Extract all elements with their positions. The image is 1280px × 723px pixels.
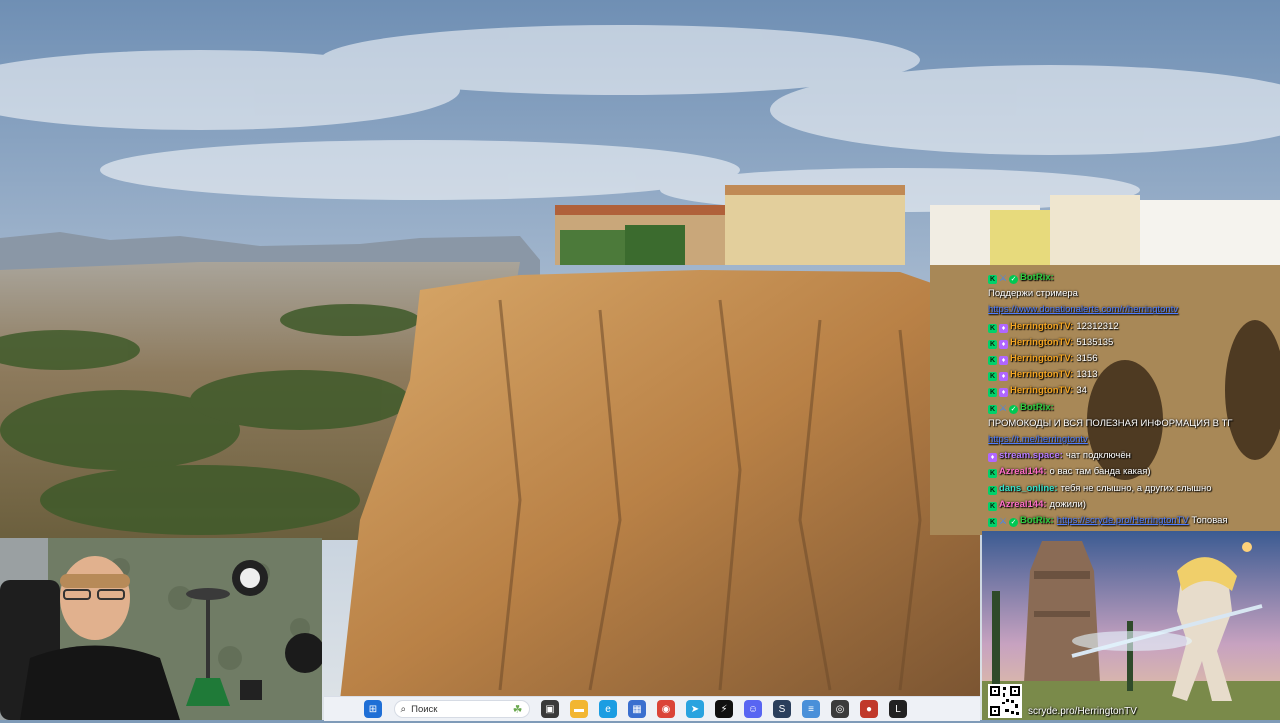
winamp-icon[interactable]: ⚡ [715,700,733,718]
stream-chat: K ⚔ ✓ BotRix: Поддержи стримера https://www.d… [988,270,1280,530]
taskbar-search-placeholder: Поиск [411,703,438,715]
chat-message-text: 5135135 [1076,336,1114,348]
telegram-icon[interactable]: ➤ [686,700,704,718]
sword-badge-icon: ⚔ [999,402,1008,413]
chat-message-text: 3156 [1076,353,1098,365]
chat-message-text: ПРОМОКОДЫ И ВСЯ ПОЛЕЗНАЯ ИНФОРМАЦИЯ В ТГ [988,417,1233,429]
chat-message: реферальная ссылка регайся и получи мощн… [988,529,1280,530]
chat-message: https://www.donationalerts.com/r/herring… [988,302,1280,318]
webcam-feed [0,538,322,720]
chat-message-text: 34 [1076,385,1087,397]
taskbar-pinned-apps: ▣ ▬ e ▦ ◉ ➤ ⚡ ☺ S ≡ ◎ ● L [536,700,913,718]
store-icon[interactable]: ▦ [628,700,646,718]
subscriber-badge-icon: ♦ [999,356,1008,366]
chat-link[interactable]: https://scryde.pro/HerringtonTV [1057,515,1189,526]
chat-message: K ⚔ ✓ BotRix: [988,400,1280,416]
chat-username[interactable]: HerringtonTV: [1010,385,1073,396]
steam-icon[interactable]: S [773,700,791,718]
chat-link[interactable]: https://t.me/herringtontv [988,434,1088,445]
sword-badge-icon: ⚔ [999,273,1008,283]
moderator-badge-icon: K [988,323,997,333]
subscriber-badge-icon: ♦ [999,388,1008,398]
advertisement-banner[interactable] [982,531,1280,720]
chat-username[interactable]: Azreal144: [999,466,1047,477]
game-launcher-icon[interactable]: L [889,700,907,718]
chat-message: K ♦ HerringtonTV: 12312312 [988,319,1280,335]
chat-message: Kdans_online: тебя не слышно, а других сл… [988,481,1280,497]
edge-icon[interactable]: e [599,700,617,718]
chat-message: K ♦ HerringtonTV: 34 [988,383,1280,399]
ad-caption: scryde.pro/HerringtonTV [1028,706,1137,717]
moderator-badge-icon: K [988,356,997,366]
chat-message-text: о вас там банда какая) [1049,466,1151,478]
chat-username[interactable]: HerringtonTV: [1010,321,1073,332]
chat-message: ПРОМОКОДЫ И ВСЯ ПОЛЕЗНАЯ ИНФОРМАЦИЯ В ТГ [988,416,1280,432]
chat-message: K Azreal144: о вас там банда какая) [988,464,1280,480]
discord-icon[interactable]: ☺ [744,700,762,718]
media-player-icon[interactable]: ● [860,700,878,718]
chat-message-text: Топовая [1191,515,1228,527]
chat-message-text: 12312312 [1076,320,1119,332]
chrome-icon[interactable]: ◉ [657,700,675,718]
chat-message-text: дожили) [1049,498,1086,510]
verified-badge-icon: ✓ [1009,404,1018,414]
chat-message: https://t.me/herringtontv [988,432,1280,448]
moderator-badge-icon: K [988,372,997,382]
chat-username[interactable]: Azreal144: [999,499,1047,510]
verified-badge-icon: ✓ [1009,518,1018,528]
chat-message: K ♦ HerringtonTV: 1313 [988,367,1280,383]
moderator-badge-icon: K [988,404,997,414]
subscriber-badge-icon: ♦ [988,453,997,463]
chat-username[interactable]: BotRix: [1020,272,1054,283]
subscriber-badge-icon: ♦ [999,372,1008,382]
chat-message: K ⚔ ✓ BotRix: [988,270,1280,286]
moderator-badge-icon: K [988,501,997,511]
moderator-badge-icon: K [988,469,997,479]
chat-message: K ♦ HerringtonTV: 3156 [988,351,1280,367]
chat-username[interactable]: dans_online: [999,483,1058,494]
verified-badge-icon: ✓ [1009,275,1018,284]
moderator-badge-icon: K [988,518,997,528]
chat-message: K ⚔ ✓ BotRix: https://scryde.pro/HerringtonT… [988,513,1280,529]
search-icon: ⌕ [400,703,407,715]
moderator-badge-icon: K [988,339,997,349]
subscriber-badge-icon: ♦ [999,339,1008,349]
subscriber-badge-icon: ♦ [999,323,1008,333]
chat-message-text: тебя не слышно, а других слышно [1060,482,1212,494]
windows-start-icon[interactable]: ⊞ [364,700,382,718]
notepad-icon[interactable]: ≡ [802,700,820,718]
chat-message: ♦ stream.space: чат подключён [988,448,1280,464]
chat-username[interactable]: BotRix: [1020,515,1054,526]
chat-message: Поддержи стримера [988,286,1280,302]
qr-code [988,684,1022,718]
windows-taskbar: ⊞ ⌕ Поиск ☘ ▣ ▬ e ▦ ◉ ➤ ⚡ ☺ S ≡ ◎ ● L [324,696,980,721]
chat-message-text: Поддержи стримера [988,288,1078,300]
chat-username[interactable]: HerringtonTV: [1010,353,1073,364]
chat-message-text: 1313 [1076,369,1098,381]
chat-username[interactable]: HerringtonTV: [1010,337,1073,348]
widgets-icon: ☘ [512,703,523,716]
task-view-icon[interactable]: ▣ [541,700,559,718]
chat-username[interactable]: HerringtonTV: [1010,369,1073,380]
chat-message: K Azreal144: дожили) [988,497,1280,513]
taskbar-search-box[interactable]: ⌕ Поиск ☘ [393,700,530,718]
file-explorer-icon[interactable]: ▬ [570,700,588,718]
moderator-badge-icon: K [988,275,997,284]
chat-username[interactable]: BotRix: [1020,402,1054,413]
moderator-badge-icon: K [988,388,997,398]
chat-link[interactable]: https://www.donationalerts.com/r/herring… [988,304,1178,315]
chat-message: K ♦ HerringtonTV: 5135135 [988,335,1280,351]
chat-username[interactable]: stream.space: [999,450,1063,461]
sword-badge-icon: ⚔ [999,516,1008,527]
obs-icon[interactable]: ◎ [831,700,849,718]
moderator-badge-icon: K [988,485,997,495]
chat-message-text: чат подключён [1065,450,1131,462]
